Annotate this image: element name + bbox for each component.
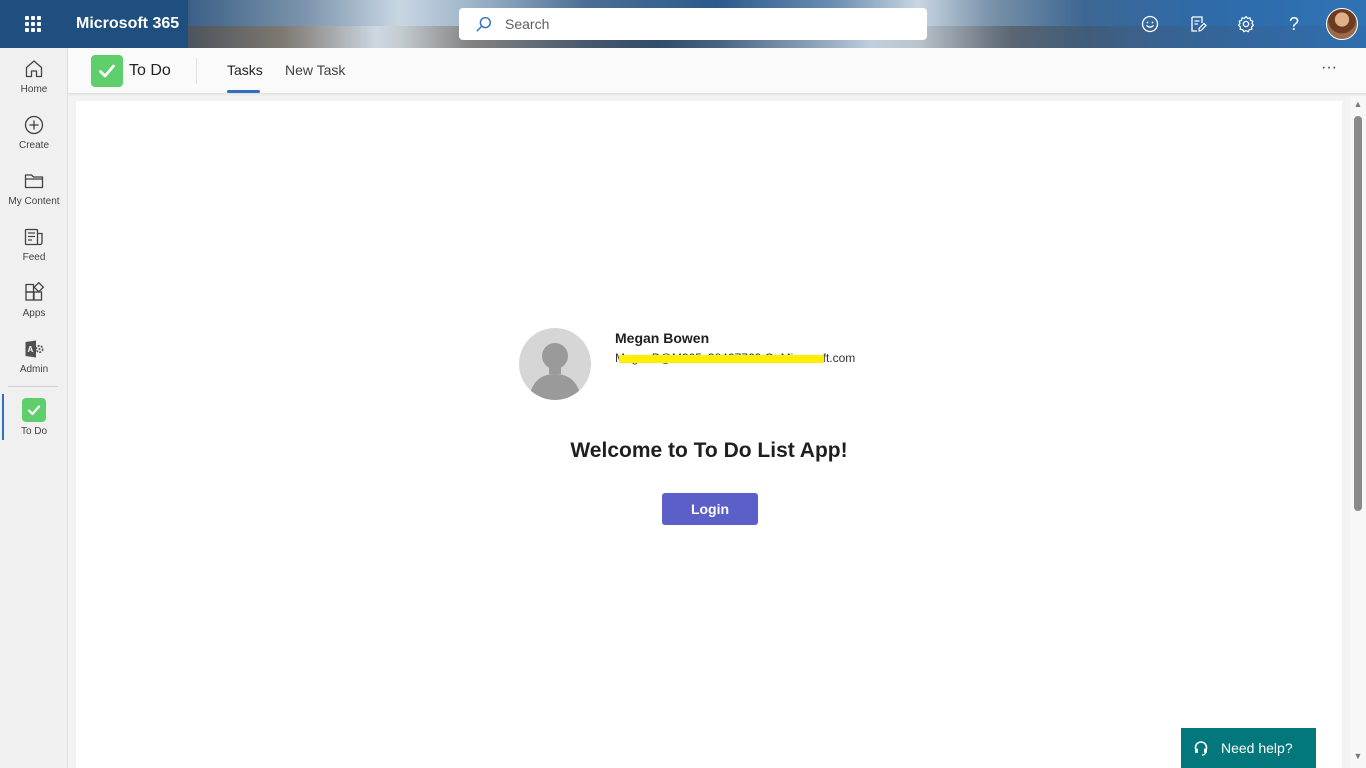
admin-icon: A [25,340,44,357]
help-button[interactable]: ? [1270,0,1318,48]
rail-item-my-content[interactable]: My Content [0,160,68,216]
rail-item-todo[interactable]: To Do [0,389,68,445]
rail-label-my-content: My Content [8,195,60,207]
account-button[interactable] [1318,0,1366,48]
active-tab-indicator [227,90,260,93]
profile-picture [519,328,591,400]
need-help-button[interactable]: Need help? [1181,728,1316,768]
header-actions: ? [1126,0,1366,48]
rail-label-feed: Feed [22,251,46,263]
headset-icon [1194,741,1208,756]
waffle-icon [25,16,41,32]
rail-label-create: Create [18,139,49,151]
feedback-icon [1141,15,1159,33]
apps-icon [25,281,45,301]
search-box[interactable] [459,8,927,40]
login-button[interactable]: Login [662,493,758,525]
rail-divider [8,386,58,387]
search-input[interactable] [505,16,905,32]
scroll-thumb[interactable] [1354,116,1362,511]
svg-text:A: A [28,345,34,354]
left-rail: Home Create My Content Feed Apps A Admin… [0,48,68,768]
rail-item-feed[interactable]: Feed [0,216,68,272]
tab-new-task[interactable]: New Task [285,62,345,78]
app-title: To Do [129,62,171,79]
welcome-heading: Welcome to To Do List App! [570,439,848,462]
more-options-button[interactable]: ··· [1318,60,1340,82]
rail-label-apps: Apps [22,307,46,319]
search-icon [476,16,492,32]
app-header: To Do Tasks New Task ··· [68,48,1366,94]
email-redaction-mark [619,355,824,363]
profile-name: Megan Bowen [615,330,710,346]
top-bar: Microsoft 365 ? [0,0,1366,48]
folder-icon [24,173,44,188]
rail-item-apps[interactable]: Apps [0,272,68,328]
create-icon [24,115,44,134]
scroll-up-arrow-icon[interactable]: ▲ [1353,99,1363,109]
header-separator [196,58,197,84]
brand-title[interactable]: Microsoft 365 [66,0,188,48]
home-icon [25,59,43,77]
feedback-button[interactable] [1126,0,1174,48]
person-silhouette-icon [529,343,581,400]
scroll-down-arrow-icon[interactable]: ▼ [1353,751,1363,761]
rail-item-create[interactable]: Create [0,104,68,160]
rail-item-admin[interactable]: A Admin [0,328,68,384]
whats-new-icon [1191,16,1207,32]
whats-new-button[interactable] [1174,0,1222,48]
help-icon: ? [1288,13,1299,34]
rail-label-admin: Admin [19,363,49,375]
tab-tasks[interactable]: Tasks [227,62,263,78]
main-content: Megan Bowen MeganB@M365x38407769.OnMicro… [76,101,1342,768]
settings-button[interactable] [1222,0,1270,48]
rail-item-home[interactable]: Home [0,48,68,104]
user-avatar [1326,8,1358,40]
rail-label-todo: To Do [20,425,48,437]
need-help-label: Need help? [1221,740,1293,756]
app-launcher-button[interactable] [0,0,66,48]
settings-icon [1237,15,1255,33]
todo-icon [22,397,46,422]
todo-app-logo-icon [91,55,123,87]
rail-label-home: Home [20,83,48,95]
feed-icon [24,228,43,245]
vertical-scrollbar[interactable]: ▲ ▼ [1350,96,1366,768]
